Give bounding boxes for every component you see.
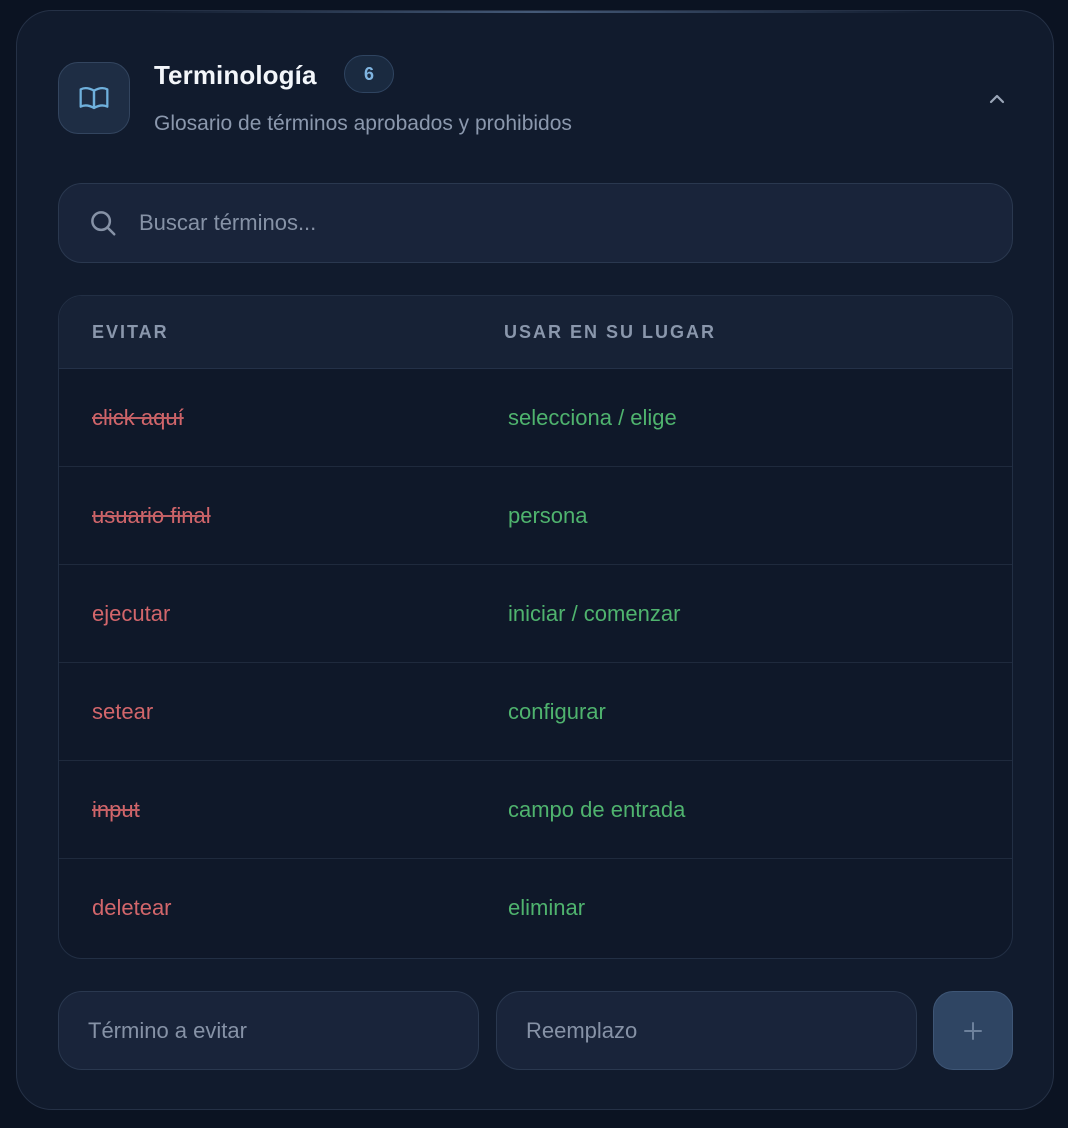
avoid-term: deletear [92, 895, 172, 920]
chevron-up-icon [989, 94, 1005, 104]
collapse-button[interactable] [979, 81, 1015, 117]
use-term: persona [508, 502, 588, 528]
replacement-field [496, 991, 917, 1070]
table-row[interactable]: usuario final persona [59, 467, 1012, 565]
use-term: selecciona / elige [508, 404, 677, 430]
column-header-use: USAR EN SU LUGAR [504, 321, 717, 342]
search-input[interactable] [139, 184, 1012, 262]
avoid-term: setear [92, 698, 154, 724]
terminology-card: Terminología 6 Glosario de términos apro… [16, 10, 1054, 1110]
use-term: campo de entrada [508, 796, 686, 822]
section-subtitle: Glosario de términos aprobados y prohibi… [154, 112, 572, 135]
use-term: eliminar [508, 895, 586, 920]
table-row[interactable]: deletear eliminar [59, 859, 1012, 957]
avoid-term: input [92, 796, 140, 822]
section-title: Terminología [154, 60, 317, 90]
search-icon [88, 208, 118, 238]
avoid-term: ejecutar [92, 600, 171, 626]
column-header-avoid: EVITAR [92, 321, 169, 342]
table-header: EVITAR USAR EN SU LUGAR [59, 296, 1012, 369]
table-row[interactable]: ejecutar iniciar / comenzar [59, 565, 1012, 663]
use-term: iniciar / comenzar [508, 600, 681, 626]
search-box [58, 183, 1013, 263]
avoid-term: click aquí [92, 404, 184, 430]
table-row[interactable]: click aquí selecciona / elige [59, 369, 1012, 467]
table-row[interactable]: setear configurar [59, 663, 1012, 761]
count-badge: 6 [344, 55, 394, 93]
table-row[interactable]: input campo de entrada [59, 761, 1012, 859]
plus-icon [964, 1021, 982, 1040]
terms-table: EVITAR USAR EN SU LUGAR click aquí selec… [58, 295, 1013, 959]
replacement-input[interactable] [497, 992, 916, 1069]
avoid-term: usuario final [92, 502, 211, 528]
avoid-term-field [58, 991, 479, 1070]
book-open-icon [58, 62, 130, 134]
avoid-term-input[interactable] [59, 992, 478, 1069]
use-term: configurar [508, 698, 606, 724]
add-term-button[interactable] [933, 991, 1013, 1070]
